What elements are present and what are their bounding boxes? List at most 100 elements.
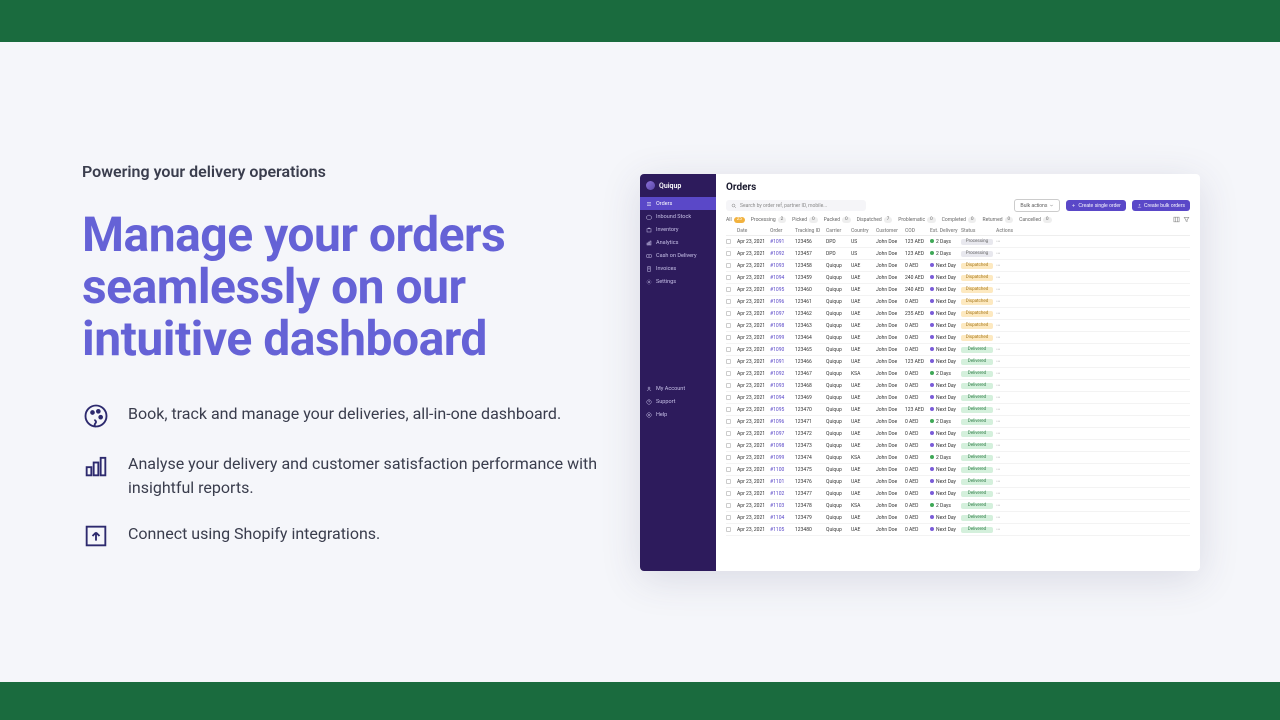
row-actions-button[interactable]: ··· xyxy=(996,298,1020,306)
row-checkbox[interactable] xyxy=(726,287,731,292)
sidebar-item-help[interactable]: Help xyxy=(640,408,716,421)
table-row[interactable]: Apr 23, 2021#1102123477QuiqupUAEJohn Doe… xyxy=(726,488,1190,500)
row-actions-button[interactable]: ··· xyxy=(996,238,1020,246)
cell-order[interactable]: #1091 xyxy=(770,239,792,245)
row-actions-button[interactable]: ··· xyxy=(996,262,1020,270)
table-row[interactable]: Apr 23, 2021#1097123462QuiqupUAEJohn Doe… xyxy=(726,308,1190,320)
columns-icon[interactable] xyxy=(1173,216,1180,223)
table-row[interactable]: Apr 23, 2021#1096123461QuiqupUAEJohn Doe… xyxy=(726,296,1190,308)
row-checkbox[interactable] xyxy=(726,263,731,268)
cell-order[interactable]: #1096 xyxy=(770,299,792,305)
table-row[interactable]: Apr 23, 2021#1091123456DPDUSJohn Doe123 … xyxy=(726,236,1190,248)
row-checkbox[interactable] xyxy=(726,275,731,280)
row-checkbox[interactable] xyxy=(726,491,731,496)
row-checkbox[interactable] xyxy=(726,479,731,484)
cell-order[interactable]: #1097 xyxy=(770,431,792,437)
tab-returned[interactable]: Returned0 xyxy=(982,217,1013,223)
sidebar-item-inventory[interactable]: Inventory xyxy=(640,223,716,236)
cell-order[interactable]: #1096 xyxy=(770,419,792,425)
table-row[interactable]: Apr 23, 2021#1101123476QuiqupUAEJohn Doe… xyxy=(726,476,1190,488)
cell-order[interactable]: #1092 xyxy=(770,251,792,257)
cell-order[interactable]: #1094 xyxy=(770,275,792,281)
row-actions-button[interactable]: ··· xyxy=(996,250,1020,258)
table-row[interactable]: Apr 23, 2021#1093123458QuiqupUAEJohn Doe… xyxy=(726,260,1190,272)
sidebar-item-analytics[interactable]: Analytics xyxy=(640,236,716,249)
sidebar-item-my-account[interactable]: My Account xyxy=(640,382,716,395)
row-actions-button[interactable]: ··· xyxy=(996,358,1020,366)
cell-order[interactable]: #1090 xyxy=(770,347,792,353)
tab-completed[interactable]: Completed0 xyxy=(942,217,977,223)
row-checkbox[interactable] xyxy=(726,347,731,352)
tab-processing[interactable]: Processing2 xyxy=(751,217,786,223)
tab-picked[interactable]: Picked0 xyxy=(792,217,817,223)
sidebar-item-invoices[interactable]: Invoices xyxy=(640,262,716,275)
search-input[interactable]: Search by order ref, partner ID, mobile.… xyxy=(726,200,866,211)
row-actions-button[interactable]: ··· xyxy=(996,490,1020,498)
row-checkbox[interactable] xyxy=(726,335,731,340)
table-row[interactable]: Apr 23, 2021#1100123475QuiqupUAEJohn Doe… xyxy=(726,464,1190,476)
cell-order[interactable]: #1102 xyxy=(770,491,792,497)
row-actions-button[interactable]: ··· xyxy=(996,442,1020,450)
table-row[interactable]: Apr 23, 2021#1099123464QuiqupUAEJohn Doe… xyxy=(726,332,1190,344)
cell-order[interactable]: #1105 xyxy=(770,527,792,533)
row-actions-button[interactable]: ··· xyxy=(996,382,1020,390)
cell-order[interactable]: #1099 xyxy=(770,335,792,341)
row-checkbox[interactable] xyxy=(726,467,731,472)
cell-order[interactable]: #1095 xyxy=(770,407,792,413)
cell-order[interactable]: #1104 xyxy=(770,515,792,521)
table-row[interactable]: Apr 23, 2021#1095123470QuiqupUAEJohn Doe… xyxy=(726,404,1190,416)
table-row[interactable]: Apr 23, 2021#1091123466QuiqupUAEJohn Doe… xyxy=(726,356,1190,368)
table-row[interactable]: Apr 23, 2021#1092123467QuiqupKSAJohn Doe… xyxy=(726,368,1190,380)
table-row[interactable]: Apr 23, 2021#1094123469QuiqupUAEJohn Doe… xyxy=(726,392,1190,404)
row-checkbox[interactable] xyxy=(726,323,731,328)
cell-order[interactable]: #1101 xyxy=(770,479,792,485)
create-bulk-orders-button[interactable]: Create bulk orders xyxy=(1132,200,1190,211)
row-checkbox[interactable] xyxy=(726,527,731,532)
row-checkbox[interactable] xyxy=(726,419,731,424)
row-checkbox[interactable] xyxy=(726,239,731,244)
row-actions-button[interactable]: ··· xyxy=(996,334,1020,342)
table-row[interactable]: Apr 23, 2021#1093123468QuiqupUAEJohn Doe… xyxy=(726,380,1190,392)
row-actions-button[interactable]: ··· xyxy=(996,274,1020,282)
row-actions-button[interactable]: ··· xyxy=(996,322,1020,330)
cell-order[interactable]: #1093 xyxy=(770,263,792,269)
cell-order[interactable]: #1099 xyxy=(770,455,792,461)
cell-order[interactable]: #1097 xyxy=(770,311,792,317)
row-actions-button[interactable]: ··· xyxy=(996,502,1020,510)
table-row[interactable]: Apr 23, 2021#1105123480QuiqupUAEJohn Doe… xyxy=(726,524,1190,536)
cell-order[interactable]: #1103 xyxy=(770,503,792,509)
row-checkbox[interactable] xyxy=(726,371,731,376)
row-actions-button[interactable]: ··· xyxy=(996,394,1020,402)
table-row[interactable]: Apr 23, 2021#1098123473QuiqupUAEJohn Doe… xyxy=(726,440,1190,452)
sidebar-item-orders[interactable]: Orders xyxy=(640,197,716,210)
row-checkbox[interactable] xyxy=(726,383,731,388)
row-checkbox[interactable] xyxy=(726,407,731,412)
table-row[interactable]: Apr 23, 2021#1099123474QuiqupKSAJohn Doe… xyxy=(726,452,1190,464)
table-row[interactable]: Apr 23, 2021#1104123479QuiqupUAEJohn Doe… xyxy=(726,512,1190,524)
cell-order[interactable]: #1091 xyxy=(770,359,792,365)
row-actions-button[interactable]: ··· xyxy=(996,526,1020,534)
row-actions-button[interactable]: ··· xyxy=(996,430,1020,438)
row-checkbox[interactable] xyxy=(726,251,731,256)
table-row[interactable]: Apr 23, 2021#1095123460QuiqupUAEJohn Doe… xyxy=(726,284,1190,296)
tab-problematic[interactable]: Problematic0 xyxy=(898,217,935,223)
row-checkbox[interactable] xyxy=(726,455,731,460)
filter-icon[interactable] xyxy=(1183,216,1190,223)
sidebar-item-cash-on-delivery[interactable]: Cash on Delivery xyxy=(640,249,716,262)
row-checkbox[interactable] xyxy=(726,395,731,400)
create-single-order-button[interactable]: Create single order xyxy=(1066,200,1126,211)
table-row[interactable]: Apr 23, 2021#1090123465QuiqupUAEJohn Doe… xyxy=(726,344,1190,356)
tab-cancelled[interactable]: Cancelled0 xyxy=(1019,217,1051,223)
cell-order[interactable]: #1098 xyxy=(770,323,792,329)
cell-order[interactable]: #1093 xyxy=(770,383,792,389)
row-checkbox[interactable] xyxy=(726,443,731,448)
row-actions-button[interactable]: ··· xyxy=(996,310,1020,318)
row-actions-button[interactable]: ··· xyxy=(996,346,1020,354)
row-actions-button[interactable]: ··· xyxy=(996,478,1020,486)
table-row[interactable]: Apr 23, 2021#1098123463QuiqupUAEJohn Doe… xyxy=(726,320,1190,332)
table-row[interactable]: Apr 23, 2021#1103123478QuiqupKSAJohn Doe… xyxy=(726,500,1190,512)
row-actions-button[interactable]: ··· xyxy=(996,370,1020,378)
sidebar-item-support[interactable]: Support xyxy=(640,395,716,408)
tab-all[interactable]: All25 xyxy=(726,217,745,223)
table-row[interactable]: Apr 23, 2021#1096123471QuiqupUAEJohn Doe… xyxy=(726,416,1190,428)
